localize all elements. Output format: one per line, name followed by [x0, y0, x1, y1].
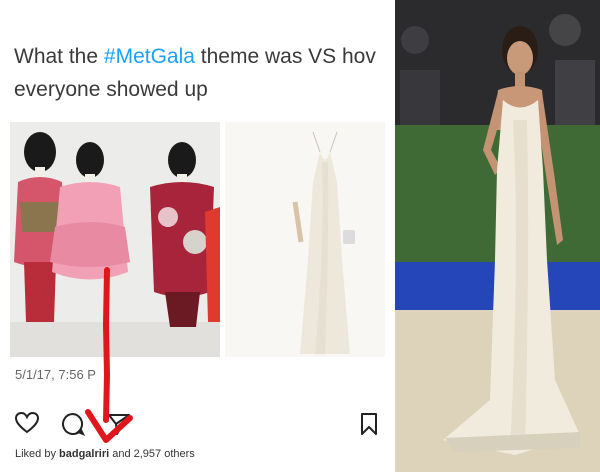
bookmark-icon[interactable]	[359, 412, 379, 436]
theme-photo	[10, 122, 220, 357]
likes-user-link[interactable]: badgalriri	[59, 448, 109, 460]
dress-product-photo	[225, 122, 385, 357]
likes-suffix: and 2,957 others	[109, 448, 195, 460]
heart-icon[interactable]	[15, 412, 39, 434]
likes-prefix: Liked by	[15, 448, 60, 460]
share-icon[interactable]	[107, 412, 131, 436]
post-actions	[15, 412, 385, 438]
tweet-text: What the #MetGala theme was VS hov every…	[14, 40, 404, 106]
tweet-line2: everyone showed up	[14, 78, 208, 101]
tweet-line1-suffix: theme was VS hov	[194, 45, 376, 68]
comment-icon[interactable]	[61, 412, 85, 436]
likes-summary: Liked by badgalriri and 2,957 others	[15, 448, 195, 460]
hashtag-link[interactable]: #MetGala	[104, 45, 195, 68]
instagram-post-screenshot: What the #MetGala theme was VS hov every…	[0, 0, 395, 472]
post-timestamp: 5/1/17, 7:56 P	[15, 367, 96, 382]
red-carpet-photo	[395, 0, 600, 472]
tweet-line1-prefix: What the	[14, 45, 104, 68]
